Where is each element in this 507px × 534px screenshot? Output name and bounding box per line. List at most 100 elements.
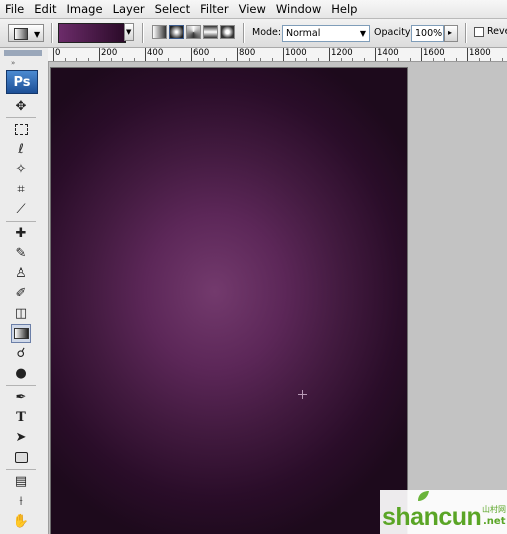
menu-bar: File Edit Image Layer Select Filter View… [0,0,507,19]
ruler-minor-tick [363,58,365,61]
ruler-minor-tick [122,58,123,61]
collapse-icon[interactable]: » [11,59,33,67]
ruler-major-tick [99,48,100,61]
divider [142,23,144,43]
options-bar: ▼ ▼ Mode: Normal ▼ Opacity: 100% ▸ Reve [0,19,507,48]
magic-wand-icon[interactable]: ✧ [11,160,31,179]
ruler-minor-tick [478,58,480,61]
menu-window[interactable]: Window [271,0,326,18]
ruler-minor-tick [317,58,319,61]
ruler-label: 200 [101,48,118,58]
eraser-tool-icon[interactable]: ◫ [11,304,31,323]
ruler-label: 0 [55,48,61,58]
gradient-tool-icon [14,28,28,40]
mode-value: Normal [286,28,321,39]
opacity-slider-button[interactable]: ▸ [444,25,458,42]
brush-tool-icon[interactable]: ✎ [11,244,31,263]
divider [6,469,36,470]
move-tool-icon[interactable]: ✥ [11,97,31,116]
gradient-picker-dropdown[interactable]: ▼ [124,23,134,41]
divider [6,221,36,222]
mode-select[interactable]: Normal ▼ [282,25,370,42]
ruler-major-tick [53,48,54,61]
ruler-minor-tick [409,58,411,61]
chevron-down-icon: ▼ [359,29,366,38]
slice-tool-icon[interactable]: ⟋ [11,200,31,219]
reverse-label: Reve [487,26,507,37]
linear-gradient-button[interactable] [152,25,167,39]
reverse-checkbox[interactable] [474,27,484,37]
blur-tool-icon[interactable]: ☌ [11,344,31,363]
type-tool-icon[interactable]: T [11,408,31,427]
tool-preset-picker[interactable]: ▼ [8,24,44,42]
healing-brush-icon[interactable]: ✚ [11,224,31,243]
ruler-minor-tick [76,58,77,61]
ruler-minor-tick [179,58,181,61]
document-canvas[interactable] [51,68,407,534]
divider [6,117,36,118]
angle-gradient-button[interactable] [186,25,201,39]
shape-tool-icon[interactable] [11,448,31,467]
hand-tool-icon[interactable]: ✋ [11,512,31,531]
toolbox: » Ps ✥ ℓ ✧ ⌗ ⟋ ✚ ✎ ♙ ✐ ◫ ☌ ● ✒ T ➤ ▤ ⟊ ✋ [0,48,49,534]
ruler-minor-tick [352,58,353,61]
watermark-cn-text: 山村网 [482,505,506,514]
opacity-input[interactable]: 100% [411,25,444,42]
ruler-label: 600 [193,48,210,58]
divider [6,385,36,386]
toolbox-grip[interactable] [4,50,42,56]
ruler-minor-tick [306,58,307,61]
ruler-minor-tick [455,58,457,61]
ps-logo[interactable]: Ps [6,70,38,94]
menu-view[interactable]: View [234,0,271,18]
menu-image[interactable]: Image [62,0,108,18]
ruler-minor-tick [214,58,215,61]
menu-filter[interactable]: Filter [195,0,233,18]
ruler-minor-tick [133,58,135,61]
ruler-major-tick [145,48,146,61]
ruler-label: 400 [147,48,164,58]
menu-help[interactable]: Help [326,0,362,18]
ruler-minor-tick [225,58,227,61]
menu-layer[interactable]: Layer [108,0,150,18]
reflected-gradient-button[interactable] [203,25,218,39]
marquee-tool-icon[interactable] [11,120,31,139]
diamond-gradient-button[interactable] [220,25,235,39]
eyedropper-tool-icon[interactable]: ⟊ [11,492,31,511]
chevron-down-icon: ▼ [126,28,132,36]
watermark-suffix: .net [483,516,506,527]
ruler-major-tick [375,48,376,61]
ruler-label: 1800 [469,48,491,58]
pen-tool-icon[interactable]: ✒ [11,388,31,407]
clone-stamp-icon[interactable]: ♙ [11,264,31,283]
ruler-label: 800 [239,48,256,58]
divider [243,23,245,43]
path-selection-icon[interactable]: ➤ [11,428,31,447]
opacity-value: 100% [415,28,443,39]
ruler-minor-tick [294,58,296,61]
divider [465,23,467,43]
history-brush-icon[interactable]: ✐ [11,284,31,303]
ruler-minor-tick [432,58,434,61]
gradient-tool-icon[interactable] [11,324,31,343]
crop-tool-icon[interactable]: ⌗ [11,180,31,199]
gradient-editor-swatch[interactable] [58,23,126,43]
dodge-tool-icon[interactable]: ● [11,364,31,383]
lasso-tool-icon[interactable]: ℓ [11,140,31,159]
ruler-label: 1600 [423,48,445,58]
ruler-minor-tick [87,58,89,61]
horizontal-ruler: 0 200 400 600 800 1000 1200 1400 1600 1800 [48,48,507,62]
watermark-text: shancun [382,503,482,531]
ruler-minor-tick [156,58,158,61]
ruler-minor-tick [386,58,388,61]
ruler-major-tick [329,48,330,61]
menu-select[interactable]: Select [150,0,195,18]
radial-gradient-button[interactable] [169,25,184,39]
ruler-minor-tick [340,58,342,61]
ruler-minor-tick [110,58,112,61]
ruler-major-tick [467,48,468,61]
notes-tool-icon[interactable]: ▤ [11,472,31,491]
menu-edit[interactable]: Edit [29,0,61,18]
opacity-label: Opacity: [374,27,414,38]
menu-file[interactable]: File [0,0,29,18]
